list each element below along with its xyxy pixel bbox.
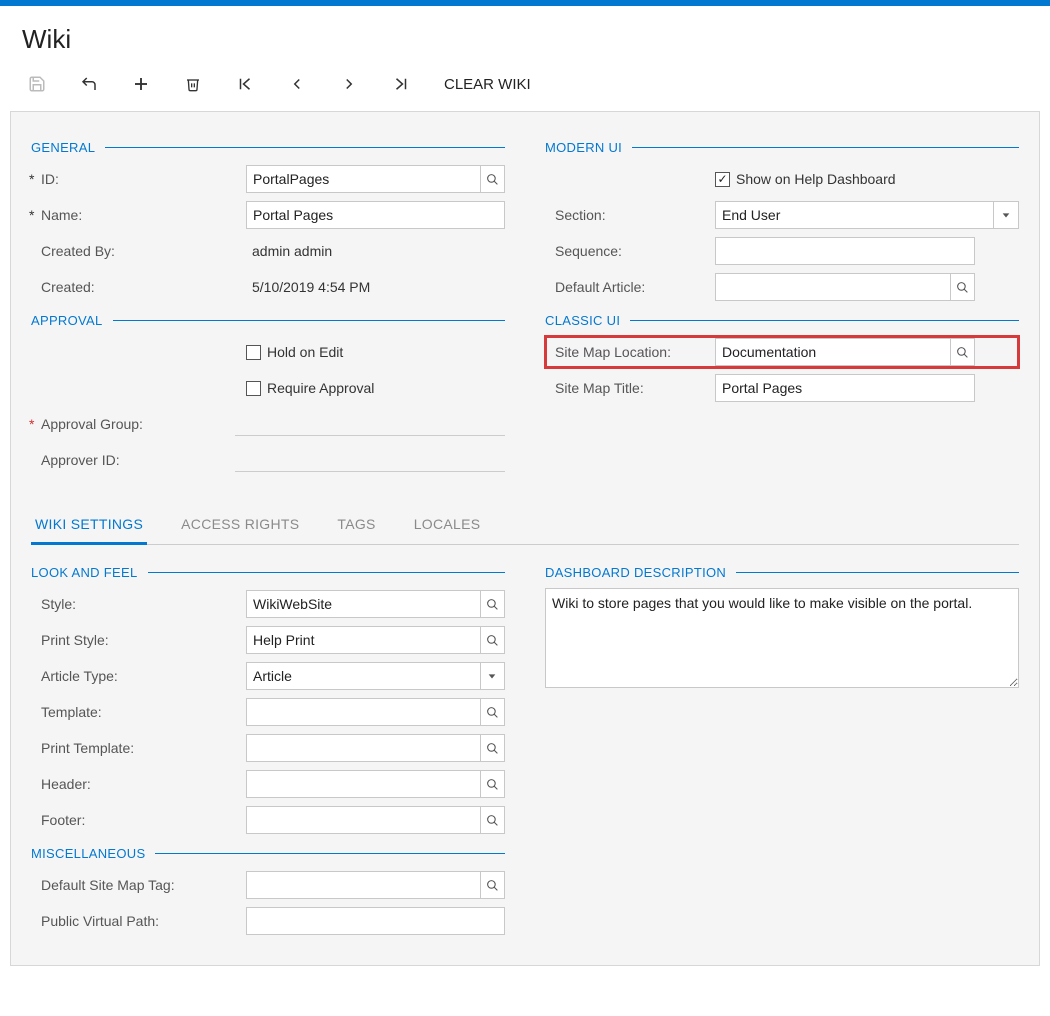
label-print-template: Print Template: [31,740,246,756]
prev-icon[interactable] [288,75,306,93]
label-approver-id: Approver ID: [31,452,235,468]
public-virtual-path-input[interactable] [246,907,505,935]
label-default-article: Default Article: [545,279,715,295]
label-sitemap-title: Site Map Title: [545,380,715,396]
approval-group-input[interactable] [235,412,505,436]
search-icon[interactable] [950,273,975,301]
header-input[interactable] [246,770,480,798]
article-type-select[interactable] [246,662,480,690]
created-by-value: admin admin [246,243,505,259]
name-input[interactable] [246,201,505,229]
label-default-sitemap-tag: Default Site Map Tag: [31,877,246,893]
approver-id-input[interactable] [235,448,505,472]
label-created: Created: [31,279,246,295]
template-input[interactable] [246,698,480,726]
id-lookup-icon[interactable] [480,165,505,193]
search-icon[interactable] [950,338,975,366]
hold-on-edit-checkbox[interactable]: Hold on Edit [246,344,505,360]
section-misc: MISCELLANEOUS [31,846,505,861]
first-icon[interactable] [236,75,254,93]
sitemap-title-input[interactable] [715,374,975,402]
checkbox-checked-icon [715,172,730,187]
label-header: Header: [31,776,246,792]
sitemap-location-input[interactable] [715,338,950,366]
label-section: Section: [545,207,715,223]
section-classic-ui: CLASSIC UI [545,313,1019,328]
tab-locales[interactable]: LOCALES [410,506,485,544]
sitemap-location-row: Site Map Location: [545,336,1019,368]
next-icon[interactable] [340,75,358,93]
label-name: Name: [31,207,246,223]
section-select[interactable] [715,201,993,229]
sequence-input[interactable] [715,237,975,265]
print-style-input[interactable] [246,626,480,654]
save-icon [28,75,46,93]
label-public-virtual-path: Public Virtual Path: [31,913,246,929]
style-input[interactable] [246,590,480,618]
label-approval-group: Approval Group: [31,416,235,432]
label-template: Template: [31,704,246,720]
undo-icon[interactable] [80,75,98,93]
tabs: WIKI SETTINGS ACCESS RIGHTS TAGS LOCALES [31,506,1019,545]
form-area: GENERAL ID: Name: Created By: admin admi… [10,111,1040,966]
created-value: 5/10/2019 4:54 PM [246,279,505,295]
checkbox-icon [246,345,261,360]
tab-wiki-settings[interactable]: WIKI SETTINGS [31,506,147,544]
section-approval: APPROVAL [31,313,505,328]
last-icon[interactable] [392,75,410,93]
search-icon[interactable] [480,770,505,798]
delete-icon[interactable] [184,75,202,93]
label-article-type: Article Type: [31,668,246,684]
section-general: GENERAL [31,140,505,155]
label-footer: Footer: [31,812,246,828]
dashboard-description-textarea[interactable] [545,588,1019,688]
toolbar: CLEAR WIKI [0,65,1050,111]
search-icon[interactable] [480,734,505,762]
footer-input[interactable] [246,806,480,834]
default-sitemap-tag-input[interactable] [246,871,480,899]
checkbox-icon [246,381,261,396]
section-dashboard-description: DASHBOARD DESCRIPTION [545,565,1019,580]
clear-wiki-button[interactable]: CLEAR WIKI [444,76,531,93]
dropdown-icon[interactable] [480,662,505,690]
section-modern-ui: MODERN UI [545,140,1019,155]
add-icon[interactable] [132,75,150,93]
search-icon[interactable] [480,871,505,899]
page-title: Wiki [0,6,1050,65]
print-template-input[interactable] [246,734,480,762]
label-sequence: Sequence: [545,243,715,259]
search-icon[interactable] [480,806,505,834]
default-article-input[interactable] [715,273,950,301]
label-sitemap-location: Site Map Location: [545,344,715,360]
tab-tags[interactable]: TAGS [333,506,379,544]
id-input[interactable] [246,165,480,193]
require-approval-checkbox[interactable]: Require Approval [246,380,505,396]
search-icon[interactable] [480,590,505,618]
label-created-by: Created By: [31,243,246,259]
section-look-feel: LOOK AND FEEL [31,565,505,580]
search-icon[interactable] [480,698,505,726]
label-print-style: Print Style: [31,632,246,648]
search-icon[interactable] [480,626,505,654]
dropdown-icon[interactable] [993,201,1019,229]
label-style: Style: [31,596,246,612]
show-help-checkbox[interactable]: Show on Help Dashboard [715,171,1019,187]
tab-access-rights[interactable]: ACCESS RIGHTS [177,506,303,544]
label-id: ID: [31,171,246,187]
